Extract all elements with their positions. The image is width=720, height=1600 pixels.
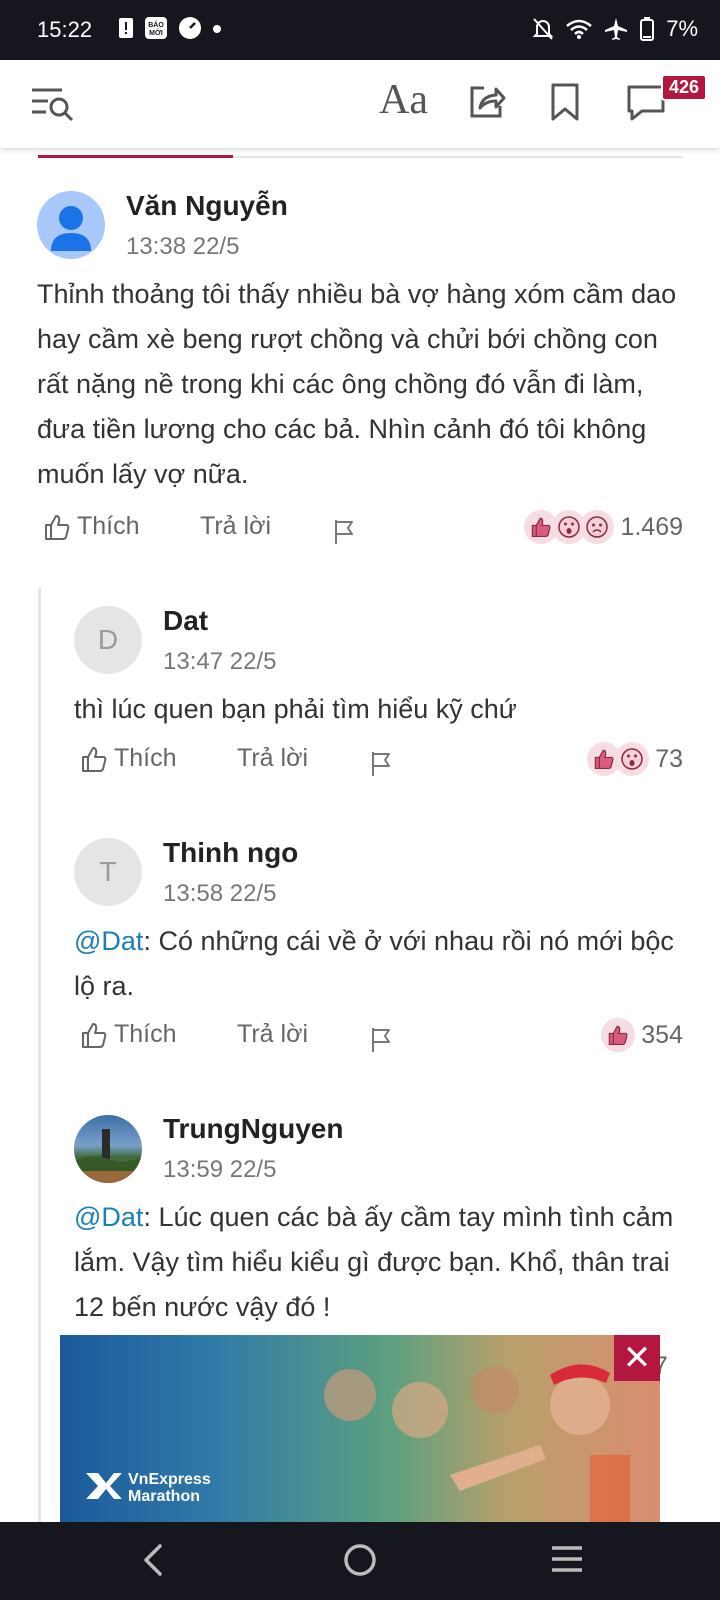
battery-icon	[640, 17, 655, 41]
landscape-photo-icon	[74, 1129, 142, 1183]
airplane-icon	[605, 18, 628, 40]
reaction-summary[interactable]: 354	[601, 1018, 683, 1052]
comment-text-body: : Lúc quen các bà ấy cầm tay mình tình c…	[74, 1202, 674, 1322]
bookmark-icon[interactable]	[550, 82, 580, 122]
comment-author[interactable]: TrungNguyen	[163, 1113, 343, 1145]
vnexpress-marathon-logo-icon	[86, 1473, 122, 1499]
menu-search-icon[interactable]	[30, 86, 74, 122]
comment-author[interactable]: Văn Nguyễn	[126, 190, 288, 222]
reaction-count: 354	[641, 1020, 683, 1049]
ad-brand-line2: Marathon	[128, 1488, 200, 1505]
like-button[interactable]: Thích	[43, 512, 140, 541]
like-label: Thích	[77, 512, 140, 540]
wifi-icon	[566, 19, 593, 39]
alert-icon	[119, 18, 133, 38]
like-button[interactable]: Thích	[80, 744, 177, 773]
ad-brand: VnExpress Marathon	[128, 1471, 211, 1505]
like-label: Thích	[114, 744, 177, 772]
speed-icon	[179, 17, 201, 39]
status-bar: 15:22 BÁO MỚI 7%	[0, 0, 720, 60]
like-label: Thích	[114, 1020, 177, 1048]
reply-button[interactable]: Trả lời	[237, 744, 308, 773]
runners-photo	[324, 1364, 630, 1523]
like-reaction-icon	[601, 1018, 636, 1052]
baomoi-app-icon: BÁOMỚI	[145, 17, 167, 39]
reply-button[interactable]: Trả lời	[200, 512, 271, 541]
reply-button[interactable]: Trả lời	[237, 1020, 308, 1049]
ad-close-button[interactable]: ✕	[614, 1335, 660, 1381]
font-size-icon[interactable]: Aa	[379, 76, 428, 124]
comment-text-body: : Có những cái về ở với nhau rồi nó mới …	[74, 926, 674, 1001]
recents-icon[interactable]	[550, 1544, 584, 1574]
status-time: 15:22	[37, 17, 93, 42]
home-icon[interactable]	[342, 1542, 378, 1578]
app-toolbar: Aa	[0, 60, 720, 148]
comment-text: Thỉnh thoảng tôi thấy nhiều bà vợ hàng x…	[37, 279, 677, 489]
comment-time: 13:59 22/5	[163, 1156, 277, 1183]
mute-icon	[532, 18, 554, 40]
avatar[interactable]	[37, 191, 105, 259]
tab-active-indicator	[38, 155, 233, 158]
comment-time: 13:38 22/5	[126, 233, 240, 260]
wow-reaction-icon	[615, 742, 650, 776]
flag-icon[interactable]	[332, 518, 356, 546]
sad-reaction-icon	[580, 510, 615, 544]
battery-percent: 7%	[666, 16, 698, 41]
reaction-count: 73	[655, 744, 683, 773]
reaction-summary[interactable]: 1.469	[524, 510, 683, 544]
ad-brand-line1: VnExpress	[128, 1471, 211, 1488]
svg-text:MỚI: MỚI	[149, 28, 163, 37]
user-icon	[51, 206, 91, 251]
tab-underline	[38, 155, 683, 158]
mention-link[interactable]: @Dat	[74, 926, 143, 956]
avatar[interactable]: T	[74, 838, 142, 906]
comment-text: @Dat: Lúc quen các bà ấy cầm tay mình tì…	[74, 1195, 674, 1330]
comment-text: @Dat: Có những cái về ở với nhau rồi nó …	[74, 919, 674, 1009]
flag-icon[interactable]	[369, 750, 393, 778]
comment-icon[interactable]	[626, 84, 666, 122]
avatar[interactable]: D	[74, 606, 142, 674]
flag-icon[interactable]	[369, 1026, 393, 1054]
like-button[interactable]: Thích	[80, 1020, 177, 1049]
reaction-summary[interactable]: 73	[587, 742, 683, 776]
system-navigation-bar	[0, 1522, 720, 1600]
reply-thread-line	[38, 588, 41, 1528]
ad-banner[interactable]: VnExpress Marathon ✕	[60, 1335, 660, 1523]
svg-text:BÁO: BÁO	[148, 20, 164, 29]
comment-author[interactable]: Dat	[163, 605, 208, 637]
back-icon[interactable]	[140, 1542, 164, 1578]
comment-count-badge: 426	[661, 74, 708, 101]
comment-text: thì lúc quen bạn phải tìm hiểu kỹ chứ	[74, 694, 517, 724]
comment-time: 13:47 22/5	[163, 648, 277, 675]
avatar[interactable]	[74, 1115, 142, 1183]
thumbs-up-icon	[82, 1022, 107, 1048]
mention-link[interactable]: @Dat	[74, 1202, 143, 1232]
comment-author[interactable]: Thinh ngo	[163, 837, 298, 869]
comment-time: 13:58 22/5	[163, 880, 277, 907]
reaction-count: 1.469	[620, 512, 683, 541]
thumbs-up-icon	[45, 514, 70, 540]
share-icon[interactable]	[466, 82, 506, 122]
thumbs-up-icon	[82, 746, 107, 772]
dot-icon	[213, 25, 221, 33]
